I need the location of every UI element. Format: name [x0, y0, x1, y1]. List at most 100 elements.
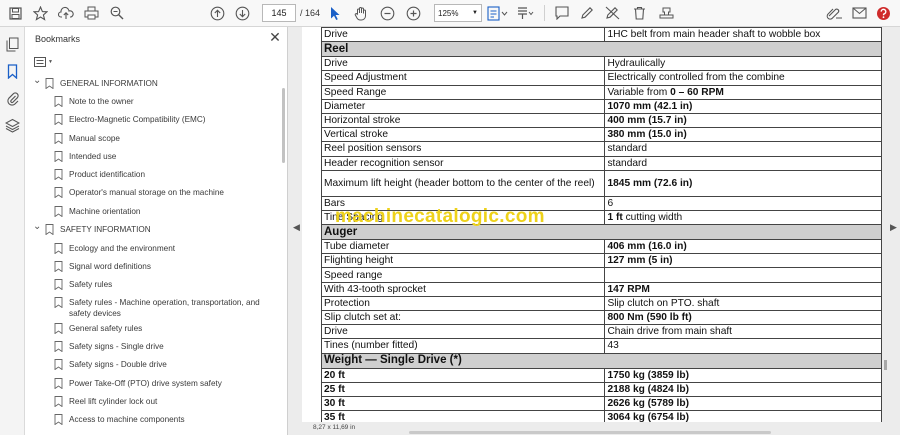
bookmark-item[interactable]: Manual scope [54, 133, 269, 144]
fit-page-icon[interactable] [486, 3, 510, 23]
bookmark-item[interactable]: Power Take-Off (PTO) drive system safety [54, 378, 269, 389]
help-icon[interactable] [874, 3, 892, 23]
attachment-icon[interactable] [4, 90, 21, 107]
select-cursor-icon[interactable] [326, 3, 344, 23]
spec-value-text: 6 [607, 197, 614, 209]
bookmark-item[interactable]: Safety rules [54, 279, 269, 290]
bookmark-label: Operator's manual storage on the machine [69, 188, 224, 197]
pdf-viewer-window: 145 / 164 125% ▼ Bookmarks ✕ ▼ ⌄ GENERAL… [0, 0, 900, 435]
bookmark-item[interactable]: Safety signs - Single drive [54, 341, 269, 352]
spec-value-text: 43 [607, 340, 619, 352]
table-row: Drive Chain drive from main shaft [320, 324, 882, 340]
bookmark-item[interactable]: Ecology and the environment [54, 243, 269, 254]
erase-markup-icon[interactable] [603, 3, 621, 23]
bookmark-section[interactable]: ⌄ SAFETY INFORMATION [33, 221, 260, 235]
spec-label: 30 ft [320, 395, 606, 412]
link-sign-icon[interactable] [824, 3, 844, 23]
bookmark-icon [54, 396, 63, 407]
bookmark-label: Ecology and the environment [69, 244, 176, 253]
page-total-label: / 164 [300, 8, 321, 18]
spec-value: 800 Nm (590 lb ft) [604, 309, 882, 326]
bookmark-item[interactable]: Signal word definitions [54, 261, 269, 272]
spec-label: 20 ft [320, 367, 606, 383]
bookmark-icon [54, 96, 63, 107]
scroll-mode-icon[interactable] [515, 3, 535, 23]
page-thumbnails-icon[interactable] [4, 36, 21, 53]
spec-value: 406 mm (16.0 in) [604, 239, 882, 255]
bookmark-icon [54, 279, 63, 290]
section-title: Weight — Single Drive (*) [321, 352, 882, 369]
close-icon[interactable]: ✕ [268, 30, 282, 44]
document-scrollbar[interactable] [882, 27, 889, 422]
layers-icon[interactable] [4, 117, 21, 134]
section-title: Reel [321, 41, 882, 58]
upload-cloud-icon[interactable] [57, 3, 75, 23]
horizontal-scrollbar[interactable] [409, 431, 771, 434]
bookmark-icon [54, 151, 63, 162]
prev-page-icon[interactable] [208, 3, 226, 23]
mail-icon[interactable] [850, 3, 868, 23]
bookmark-icon [54, 359, 63, 370]
bookmark-section[interactable]: ⌄ GENERAL INFORMATION [33, 78, 260, 89]
spec-value: 1750 kg (3859 lb) [604, 367, 882, 383]
bookmark-item[interactable]: Note to the owner [54, 96, 269, 107]
zoom-in-icon[interactable] [404, 3, 422, 23]
bookmark-item[interactable]: Safety rules - Machine operation, transp… [54, 297, 269, 319]
spec-value-bold: 1750 kg (3859 lb) [607, 369, 689, 381]
table-row: Speed Range Variable from 0 – 60 RPM [320, 84, 882, 100]
chevron-down-icon[interactable]: ⌄ [33, 78, 42, 86]
bookmark-item[interactable]: General safety rules [54, 323, 269, 334]
table-section-header: Reel [321, 41, 882, 58]
table-row: Speed range [320, 267, 882, 283]
table-row: With 43-tooth sprocket 147 RPM [320, 281, 882, 297]
save-icon[interactable] [7, 3, 23, 23]
bookmark-item[interactable]: Product identification [54, 169, 269, 180]
bookmark-item[interactable]: Operator's manual storage on the machine [54, 187, 269, 198]
bookmark-item[interactable]: Access to machine components [54, 414, 269, 425]
spec-value: 6 [604, 195, 882, 211]
spec-label: Vertical stroke [320, 127, 606, 143]
bookmark-icon [54, 243, 63, 254]
comment-icon[interactable] [553, 3, 571, 23]
pencil-icon[interactable] [578, 3, 596, 23]
bookmark-item[interactable]: Machine orientation [54, 206, 269, 217]
bookmark-options-button[interactable]: ▼ [34, 55, 56, 69]
next-page-arrow-icon[interactable]: ▶ [890, 222, 897, 233]
bookmark-label: General safety rules [69, 324, 143, 333]
stamp-icon[interactable] [657, 3, 675, 23]
spec-value-text: Electrically controlled from the combine [607, 72, 785, 84]
spec-value: standard [604, 141, 882, 157]
star-icon[interactable] [31, 3, 49, 23]
bookmarks-panel: Bookmarks ✕ ▼ ⌄ GENERAL INFORMATION Note t… [25, 27, 288, 435]
print-icon[interactable] [82, 3, 100, 23]
spec-label: Flighting height [320, 253, 606, 269]
table-section-header: Weight — Single Drive (*) [321, 352, 882, 369]
next-page-icon[interactable] [233, 3, 251, 23]
spec-value: 1845 mm (72.6 in) [604, 169, 882, 197]
bookmark-item[interactable]: Reel lift cylinder lock out [54, 396, 269, 407]
bookmark-item[interactable]: Safety signs - Double drive [54, 359, 269, 370]
bookmark-panel-icon[interactable] [4, 63, 21, 80]
trash-icon[interactable] [630, 3, 648, 23]
spec-value-bold: 127 mm (5 in) [607, 255, 673, 267]
page-number-input[interactable]: 145 [262, 4, 296, 22]
hand-tool-icon[interactable] [352, 3, 370, 23]
zoom-out-icon[interactable] [378, 3, 396, 23]
zoom-search-icon[interactable] [108, 3, 126, 23]
bookmark-label: Intended use [69, 152, 117, 161]
bookmark-item[interactable]: Electro-Magnetic Compatibility (EMC) [54, 114, 269, 125]
previous-page-arrow-icon[interactable]: ◀ [293, 222, 300, 233]
table-row: Maximum lift height (header bottom to th… [320, 169, 882, 197]
table-row: Slip clutch set at: 800 Nm (590 lb ft) [320, 309, 882, 326]
zoom-level-select[interactable]: 125% ▼ [434, 4, 482, 22]
bookmark-item[interactable]: Intended use [54, 151, 269, 162]
chevron-down-icon[interactable]: ⌄ [33, 221, 42, 232]
bookmark-label: Power Take-Off (PTO) drive system safety [69, 379, 222, 388]
bookmarks-scrollbar[interactable] [282, 88, 285, 163]
table-row: Vertical stroke 380 mm (15.0 in) [320, 127, 882, 143]
table-row: Flighting height 127 mm (5 in) [320, 253, 882, 269]
bookmark-icon [54, 187, 63, 198]
spec-value: 147 RPM [604, 281, 882, 297]
bookmark-label: Reel lift cylinder lock out [69, 397, 158, 406]
spec-value-bold: 0 – 60 RPM [670, 86, 724, 98]
